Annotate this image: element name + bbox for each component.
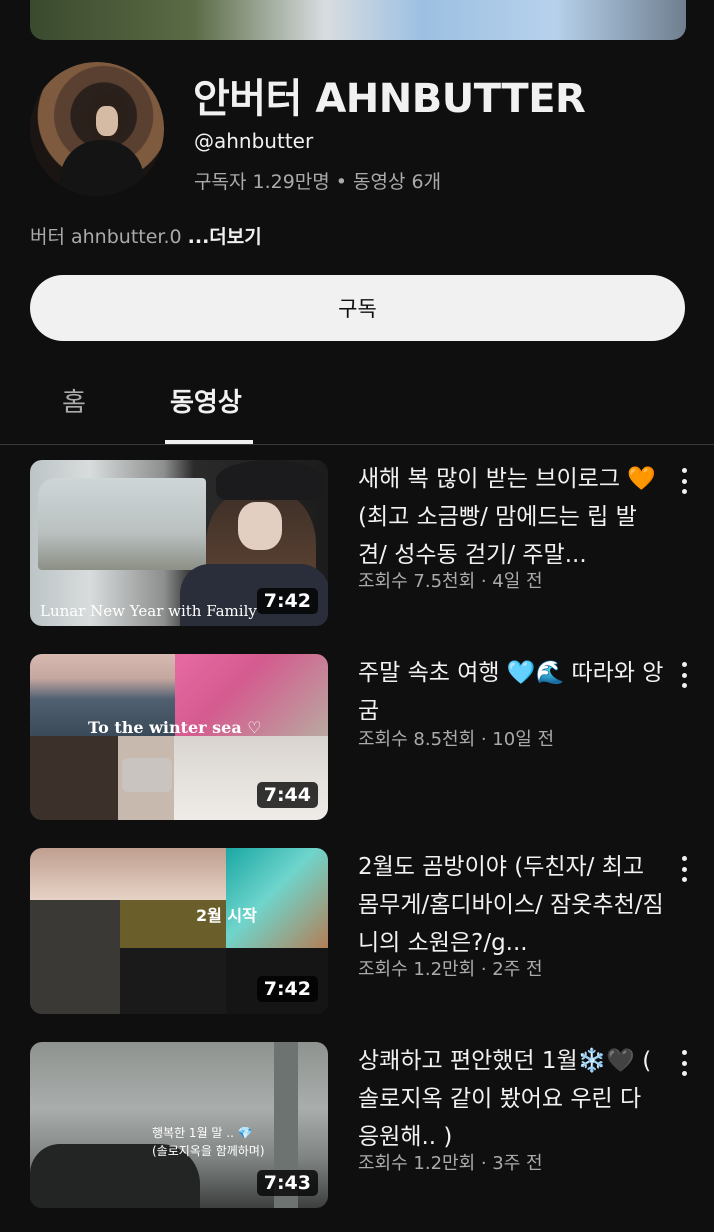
video-title[interactable]: 2월도 곰방이야 (두친자/ 최고몸무게/홈디바이스/ 잠옷추천/짐니의 소원은… (358, 848, 664, 962)
more-vert-icon[interactable] (674, 1048, 694, 1078)
video-duration: 7:44 (256, 782, 318, 808)
thumb-panel (30, 900, 120, 1014)
video-duration: 7:42 (256, 976, 318, 1002)
video-thumbnail[interactable]: Lunar New Year with Family 7:42 (30, 460, 328, 626)
thumb-caption: 행복한 1월 말 .. 💎 (152, 1126, 253, 1140)
video-meta: 조회수 1.2만회 · 3주 전 (358, 1153, 543, 1174)
thumb-caption: To the winter sea ♡ (88, 718, 262, 737)
channel-avatar[interactable] (30, 62, 164, 196)
video-meta: 조회수 1.2만회 · 2주 전 (358, 959, 543, 980)
channel-handle: @ahnbutter (194, 129, 314, 153)
subscribe-button[interactable]: 구독 (30, 275, 685, 341)
video-duration: 7:43 (256, 1170, 318, 1196)
channel-stats: 구독자 1.29만명 • 동영상 6개 (194, 171, 442, 193)
video-thumbnail[interactable]: 2월 시작 7:42 (30, 848, 328, 1014)
thumb-caption: 2월 시작 (196, 906, 257, 925)
more-vert-icon[interactable] (674, 854, 694, 884)
channel-banner (30, 0, 686, 40)
video-meta: 조회수 7.5천회 · 4일 전 (358, 571, 543, 592)
thumb-panel (30, 848, 226, 900)
video-item[interactable]: Lunar New Year with Family 7:42 새해 복 많이 … (0, 460, 714, 626)
video-item[interactable]: 행복한 1월 말 .. 💎 (솔로지옥을 함께하며) 7:43 상쾌하고 편안했… (0, 1042, 714, 1208)
video-title[interactable]: 상쾌하고 편안했던 1월❄️🖤 ( 솔로지옥 같이 봤어요 우린 다 응원해..… (358, 1042, 664, 1156)
video-title[interactable]: 주말 속초 여행 🩵🌊 따라와 앙굼 (358, 654, 664, 730)
video-thumbnail[interactable]: To the winter sea ♡ 7:44 (30, 654, 328, 820)
channel-tabs: 홈 동영상 (0, 360, 714, 445)
more-vert-icon[interactable] (674, 660, 694, 690)
video-item[interactable]: To the winter sea ♡ 7:44 주말 속초 여행 🩵🌊 따라와… (0, 654, 714, 820)
channel-name: 안버터 AHNBUTTER (193, 76, 586, 122)
video-item[interactable]: 2월 시작 7:42 2월도 곰방이야 (두친자/ 최고몸무게/홈디바이스/ 잠… (0, 848, 714, 1014)
thumb-cap (216, 460, 324, 500)
thumb-camera (122, 758, 172, 792)
thumb-caption: Lunar New Year with Family (40, 602, 257, 620)
thumb-panel (226, 848, 328, 948)
more-vert-icon[interactable] (674, 466, 694, 496)
video-title[interactable]: 새해 복 많이 받는 브이로그 🧡 (최고 소금빵/ 맘에드는 립 발견/ 성수… (358, 460, 664, 574)
avatar-face (96, 106, 118, 136)
video-duration: 7:42 (256, 588, 318, 614)
thumb-face (238, 502, 282, 550)
more-link[interactable]: ...더보기 (188, 226, 262, 248)
channel-description[interactable]: 버터 ahnbutter.0 ...더보기 (30, 222, 262, 249)
thumb-window (38, 478, 206, 570)
avatar-body (60, 140, 144, 196)
description-text: 버터 ahnbutter.0 (30, 226, 188, 248)
active-tab-indicator (165, 440, 253, 444)
thumb-caption-sub: (솔로지옥을 함께하며) (152, 1144, 265, 1158)
video-thumbnail[interactable]: 행복한 1월 말 .. 💎 (솔로지옥을 함께하며) 7:43 (30, 1042, 328, 1208)
tab-videos[interactable]: 동영상 (170, 382, 242, 419)
tab-home[interactable]: 홈 (62, 382, 86, 419)
video-meta: 조회수 8.5천회 · 10일 전 (358, 729, 555, 750)
thumb-panel (30, 736, 118, 820)
thumb-panel (120, 948, 226, 1014)
